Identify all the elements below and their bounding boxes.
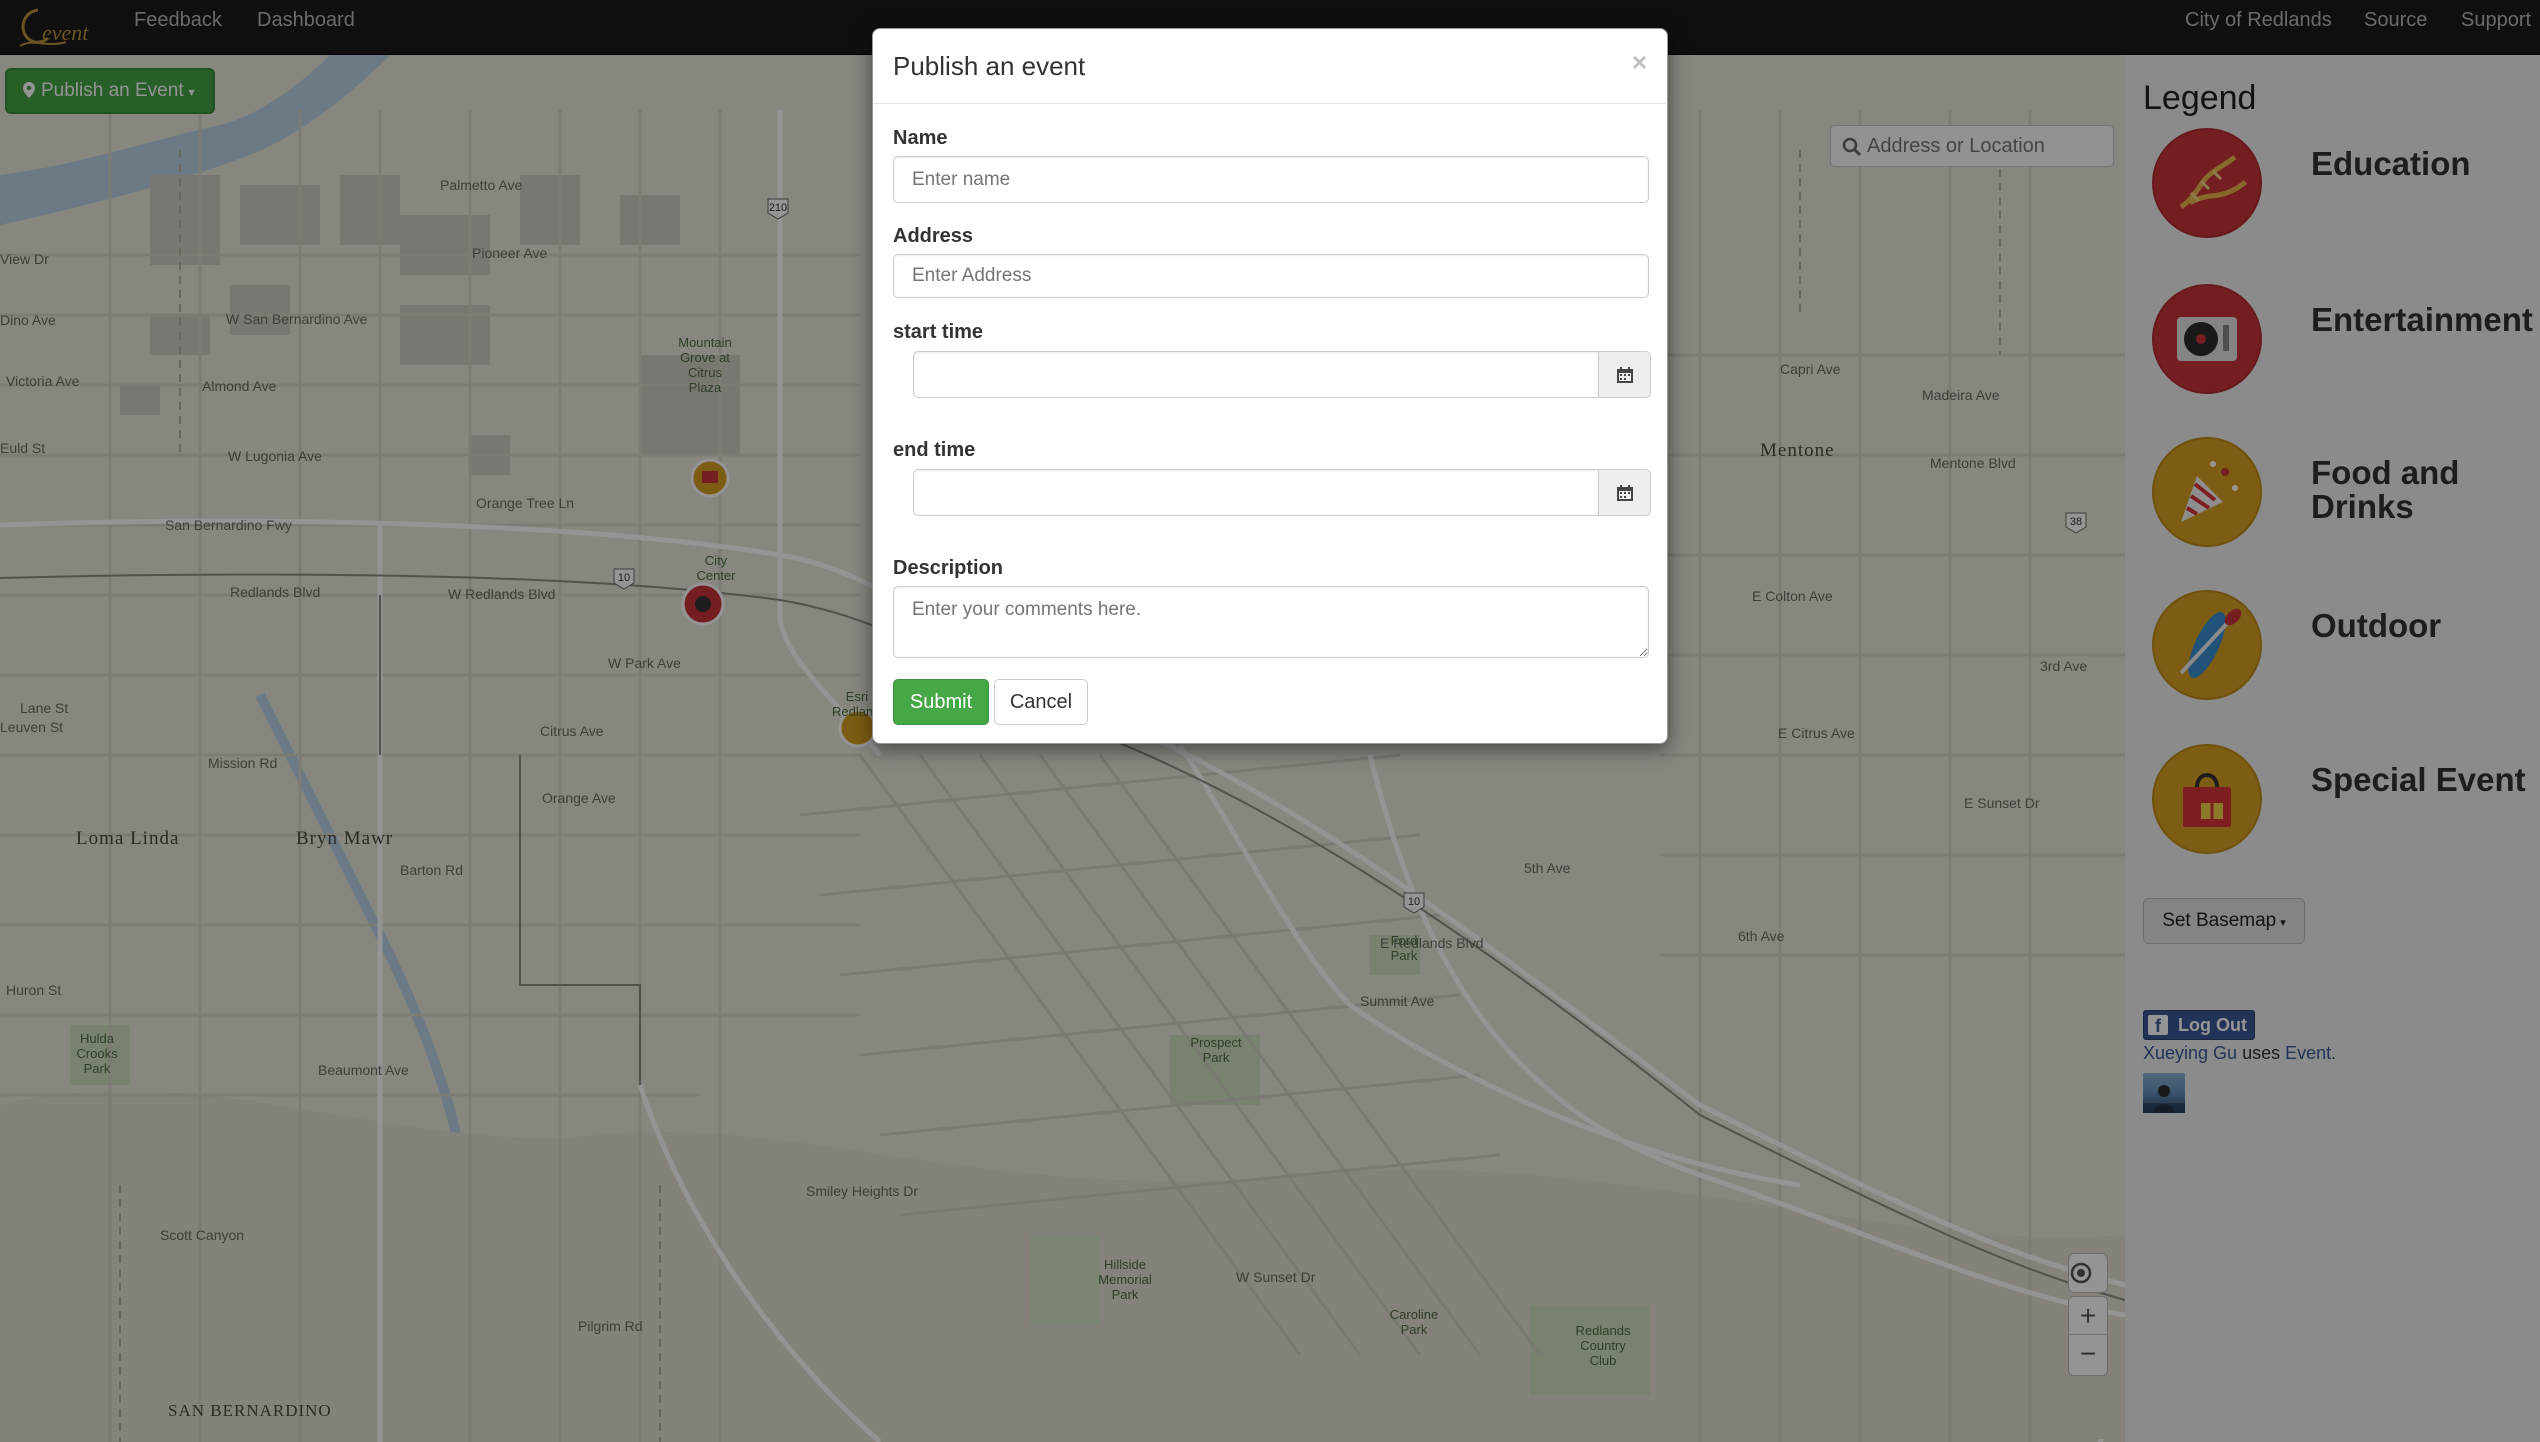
modal-header: Publish an event × — [873, 29, 1667, 104]
publish-event-modal: Publish an event × Name Address start ti… — [872, 28, 1668, 744]
end-time-label: end time — [893, 439, 976, 461]
start-time-picker — [913, 351, 1651, 398]
end-time-field[interactable] — [913, 469, 1599, 516]
name-label: Name — [893, 127, 948, 149]
end-time-picker — [913, 469, 1651, 516]
start-time-calendar-button[interactable] — [1598, 351, 1651, 398]
modal-title: Publish an event — [893, 51, 1086, 81]
start-time-label: start time — [893, 321, 984, 343]
calendar-icon — [1617, 367, 1633, 383]
start-time-field[interactable] — [913, 351, 1599, 398]
cancel-button[interactable]: Cancel — [994, 679, 1088, 725]
address-field[interactable] — [893, 254, 1649, 298]
calendar-icon — [1617, 485, 1633, 501]
end-time-calendar-button[interactable] — [1598, 469, 1651, 516]
submit-button[interactable]: Submit — [893, 679, 989, 725]
name-field[interactable] — [893, 156, 1649, 203]
description-field[interactable] — [893, 586, 1649, 658]
description-label: Description — [893, 557, 1004, 579]
address-label: Address — [893, 225, 974, 247]
close-icon[interactable]: × — [1632, 47, 1647, 78]
